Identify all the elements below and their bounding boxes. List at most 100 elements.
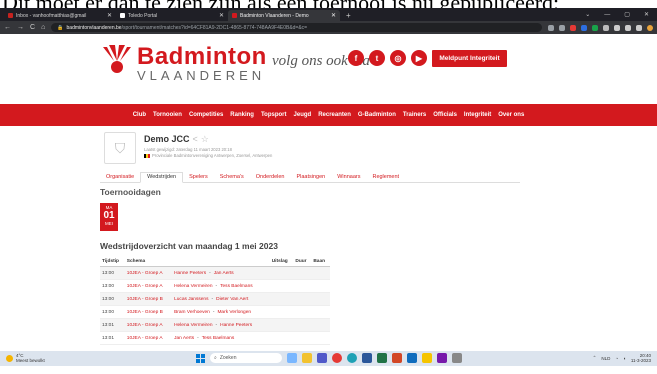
taskbar-search[interactable]: ⌕ Zoeken	[210, 353, 282, 363]
download-icon[interactable]	[625, 24, 631, 31]
match-schema-link[interactable]: 10JEA - Groep A	[124, 318, 173, 332]
home-button[interactable]: ⌂	[41, 24, 45, 31]
tab-inbox[interactable]: Inbox - vanhoofmatthias@gmail ✕	[4, 10, 116, 21]
table-row[interactable]: 13:00 10JEA - Groep B Bram Verhoeven - Mark …	[100, 305, 330, 319]
match-schema-link[interactable]: 10JEA - Groep A	[124, 279, 173, 293]
favorite-star-icon[interactable]: ☆	[201, 134, 209, 144]
table-row[interactable]: 13:00 10JEA - Groep B Lucas Janssens - Diete…	[100, 292, 330, 306]
wifi-icon[interactable]: ◔	[615, 356, 618, 361]
meldpunt-button[interactable]: Meldpunt Integriteit	[432, 50, 507, 67]
nav-item[interactable]: Officials	[433, 112, 457, 118]
sidebar-icon[interactable]	[636, 24, 642, 31]
match-schema-link[interactable]: 10JEA - Groep A	[124, 266, 173, 280]
table-row[interactable]: 13:01 10JEA - Groep A Jan Aerts - Tess Baelm…	[100, 331, 330, 345]
player-link[interactable]: Lucas Janssens	[174, 297, 208, 302]
match-schema-link[interactable]: 10JEA - Groep B	[124, 305, 173, 319]
weather-widget[interactable]: 4°C Meest bewolkt	[6, 353, 45, 363]
nav-item[interactable]: Trainers	[403, 112, 426, 118]
tournament-tab[interactable]: Onderdelen	[250, 174, 291, 182]
powerpoint-icon[interactable]	[392, 353, 402, 363]
file-explorer-icon[interactable]	[302, 353, 312, 363]
extension-blue-icon[interactable]	[581, 24, 587, 31]
tray-chevron-icon[interactable]: ⌃	[593, 355, 597, 361]
chrome-icon[interactable]	[332, 353, 342, 363]
star-icon[interactable]	[559, 24, 565, 31]
extension-gray-icon[interactable]	[603, 24, 609, 31]
share-icon[interactable]: <	[193, 134, 198, 144]
tournament-tab[interactable]: Plaatsingen	[290, 174, 331, 182]
table-row[interactable]: 13:00 10JEA - Groep A Hanne Peeters - Jan Ae…	[100, 266, 330, 280]
instagram-icon[interactable]: ◎	[390, 50, 406, 66]
word-icon[interactable]	[362, 353, 372, 363]
url-field[interactable]: 🔒 badmintonvlaanderen.be/sport/tournament…	[51, 23, 542, 32]
player-link[interactable]: Hanne Peeters	[174, 271, 206, 276]
player-link[interactable]: Tess Baelmans	[220, 284, 253, 289]
nav-item[interactable]: Club	[133, 112, 146, 118]
nav-item[interactable]: Recreanten	[318, 112, 351, 118]
windows-start-icon[interactable]	[196, 353, 205, 363]
extension-red-icon[interactable]	[570, 24, 576, 31]
player-link[interactable]: Jan Aerts	[174, 336, 194, 341]
tournament-tab[interactable]: Winnaars	[331, 174, 366, 182]
date-badge[interactable]: MA 01 MEI	[100, 203, 118, 231]
forward-button[interactable]: →	[17, 24, 24, 31]
player-link[interactable]: Dieter Van Aert	[216, 297, 248, 302]
player-link[interactable]: Hanne Peeters	[220, 323, 252, 328]
player-link[interactable]: Bram Verhoeven	[174, 310, 210, 315]
nav-item[interactable]: G-Badminton	[358, 112, 396, 118]
tab-toledo[interactable]: Toledo Portal ✕	[116, 10, 228, 21]
maximize-button[interactable]: ▢	[624, 11, 630, 18]
nav-item[interactable]: Competities	[189, 112, 223, 118]
clock[interactable]: 20:40 11-3-2023	[631, 353, 651, 363]
nav-item[interactable]: Jeugd	[294, 112, 312, 118]
match-schema-link[interactable]: 10JEA - Groep A	[124, 331, 173, 345]
tournament-tab[interactable]: Wedstrijden	[140, 172, 184, 183]
teams-icon[interactable]	[317, 353, 327, 363]
tab-search-icon[interactable]: ⌄	[585, 11, 590, 18]
minimize-button[interactable]: —	[604, 12, 610, 18]
nav-item[interactable]: Topsport	[261, 112, 287, 118]
tournament-tab[interactable]: Reglement	[366, 174, 405, 182]
excel-icon[interactable]	[377, 353, 387, 363]
onenote-icon[interactable]	[437, 353, 447, 363]
tournament-tab[interactable]: Organisatie	[100, 174, 140, 182]
nav-item[interactable]: Integriteit	[464, 112, 491, 118]
sound-icon[interactable]: ◖	[623, 356, 626, 361]
player-link[interactable]: Helena Vermeiren	[174, 323, 212, 328]
player-link[interactable]: Mark Verlongen	[217, 310, 251, 315]
table-row[interactable]: 13:00 10JEA - Groep A Helena Vermeiren - Tes…	[100, 279, 330, 293]
edge-icon[interactable]	[347, 353, 357, 363]
tournament-tab[interactable]: Spelers	[183, 174, 214, 182]
match-schema-link[interactable]: 10JEA - Groep B	[124, 292, 173, 306]
facebook-icon[interactable]: f	[348, 50, 364, 66]
extension-green-icon[interactable]	[592, 24, 598, 31]
date-weekday: MA	[105, 205, 113, 210]
settings-icon[interactable]	[452, 353, 462, 363]
nav-item[interactable]: Over ons	[498, 112, 524, 118]
back-button[interactable]: ←	[4, 24, 11, 31]
puzzle-icon[interactable]	[614, 24, 620, 31]
tab-badminton[interactable]: Badminton Vlaanderen - Demo ✕	[228, 10, 340, 21]
language-indicator[interactable]: NLD	[601, 356, 610, 361]
close-icon[interactable]: ✕	[107, 12, 112, 19]
close-window-button[interactable]: ✕	[644, 11, 649, 18]
nav-item[interactable]: Tornooien	[153, 112, 182, 118]
folder-icon[interactable]	[422, 353, 432, 363]
profile-icon[interactable]	[647, 24, 653, 31]
twitter-icon[interactable]: t	[369, 50, 385, 66]
player-link[interactable]: Tess Baelmans	[202, 336, 235, 341]
close-icon[interactable]: ✕	[219, 12, 224, 19]
player-link[interactable]: Jan Aerts	[214, 271, 234, 276]
reload-button[interactable]: C	[30, 24, 35, 31]
new-tab-button[interactable]: +	[340, 10, 357, 21]
nav-item[interactable]: Ranking	[230, 112, 254, 118]
close-icon[interactable]: ✕	[331, 12, 336, 19]
outlook-icon[interactable]	[407, 353, 417, 363]
logo-title[interactable]: Badminton	[137, 43, 267, 71]
tournament-tab[interactable]: Schema's	[214, 174, 250, 182]
youtube-icon[interactable]: ▶	[411, 50, 427, 66]
share-icon[interactable]	[548, 24, 554, 31]
widgets-app-icon[interactable]	[287, 353, 297, 363]
player-link[interactable]: Helena Vermeiren	[174, 284, 212, 289]
table-row[interactable]: 13:01 10JEA - Groep A Helena Vermeiren - Han…	[100, 318, 330, 332]
